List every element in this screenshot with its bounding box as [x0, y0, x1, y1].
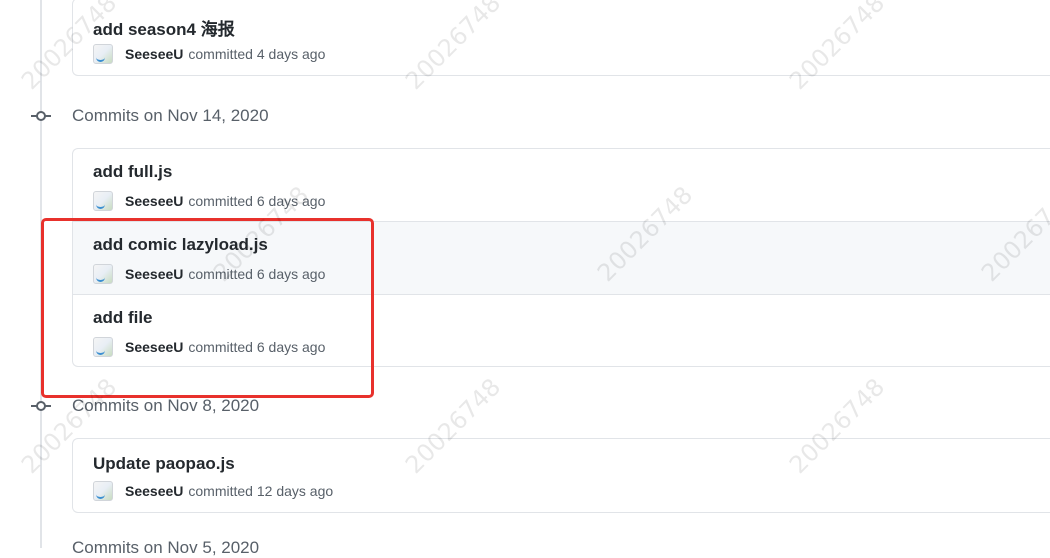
commit-meta: SeeseeU committed 4 days ago	[93, 43, 325, 65]
commit-time: committed 6 days ago	[188, 339, 326, 355]
commit-list: add season4 海报 SeeseeU committed 4 days …	[72, 0, 1050, 76]
commit-list: add full.js SeeseeU committed 6 days ago…	[72, 148, 1050, 367]
commit-meta: SeeseeU committed 6 days ago	[93, 190, 325, 212]
author-link[interactable]: SeeseeU	[125, 483, 183, 499]
avatar[interactable]	[93, 481, 113, 501]
commit-time: committed 6 days ago	[188, 193, 326, 209]
commit-time: committed 4 days ago	[188, 46, 326, 62]
commit-time: committed 6 days ago	[188, 266, 326, 282]
author-link[interactable]: SeeseeU	[125, 46, 183, 62]
commit-group-header: Commits on Nov 14, 2020	[72, 106, 269, 125]
commit-row[interactable]: add full.js SeeseeU committed 6 days ago	[73, 149, 1050, 221]
commit-node-icon	[31, 111, 51, 121]
commit-node-icon	[31, 401, 51, 411]
commit-meta: SeeseeU committed 12 days ago	[93, 480, 333, 502]
author-link[interactable]: SeeseeU	[125, 193, 183, 209]
commit-group-header: Commits on Nov 8, 2020	[72, 396, 260, 415]
avatar[interactable]	[93, 191, 113, 211]
commit-title-link[interactable]: add full.js	[93, 162, 172, 182]
avatar[interactable]	[93, 44, 113, 64]
author-link[interactable]: SeeseeU	[125, 339, 183, 355]
commit-row[interactable]: Update paopao.js SeeseeU committed 12 da…	[73, 439, 1050, 512]
avatar[interactable]	[93, 337, 113, 357]
avatar[interactable]	[93, 264, 113, 284]
timeline-line	[40, 0, 42, 548]
commit-meta: SeeseeU committed 6 days ago	[93, 263, 325, 285]
commit-row[interactable]: add file SeeseeU committed 6 days ago	[73, 294, 1050, 366]
commit-group-header: Commits on Nov 5, 2020	[72, 538, 260, 557]
commit-time: committed 12 days ago	[188, 483, 334, 499]
commit-meta: SeeseeU committed 6 days ago	[93, 336, 325, 358]
commit-title-link[interactable]: Update paopao.js	[93, 454, 235, 474]
author-link[interactable]: SeeseeU	[125, 266, 183, 282]
commit-title-link[interactable]: add file	[93, 308, 153, 328]
commit-title-link[interactable]: add comic lazyload.js	[93, 235, 268, 255]
commit-row[interactable]: add season4 海报 SeeseeU committed 4 days …	[73, 0, 1050, 75]
commit-title-link[interactable]: add season4 海报	[93, 15, 235, 40]
commit-list: Update paopao.js SeeseeU committed 12 da…	[72, 438, 1050, 513]
commit-row[interactable]: add comic lazyload.js SeeseeU committed …	[73, 221, 1050, 294]
